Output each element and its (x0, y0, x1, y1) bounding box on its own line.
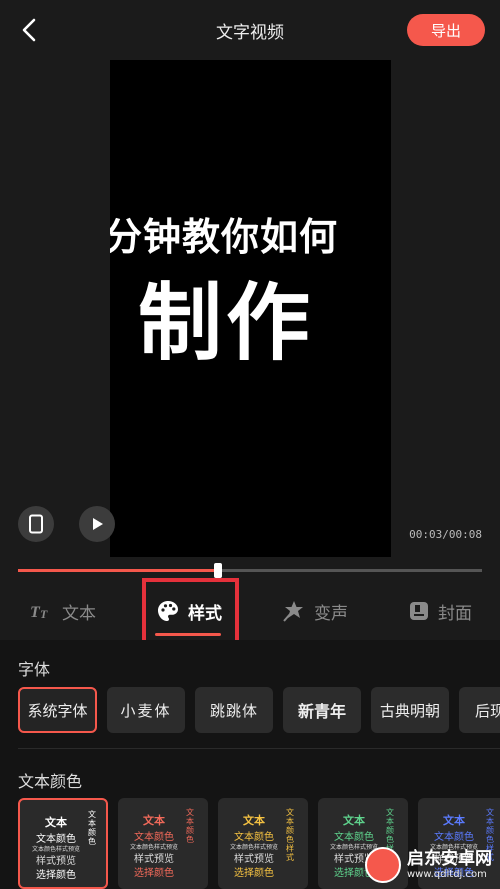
text-color-card[interactable]: 文本文本颜色文本颜色样式预览样式预览选择颜色文本颜色样式 (218, 798, 308, 889)
timecode: 00:03/00:08 (409, 528, 482, 541)
font-option-gudian[interactable]: 古典明朝 (371, 687, 449, 733)
color-card-vertical-text: 文本颜色样式 (286, 808, 294, 862)
color-card-text: 选择颜色 (234, 868, 274, 879)
color-card-text: 文本颜色 (434, 832, 474, 843)
font-option-xinqingnian[interactable]: 新青年 (283, 687, 361, 733)
tab-text-label: 文本 (62, 603, 96, 624)
timeline-handle[interactable] (213, 563, 222, 578)
svg-text:T: T (40, 607, 48, 620)
color-card-text: 文本颜色 (234, 832, 274, 843)
color-card-text: 文本颜色 (334, 832, 374, 843)
header-bar: 文字视频 导出 (0, 0, 500, 60)
color-card-text: 样式预览 (234, 854, 274, 865)
tab-voice-change[interactable]: 变声 (282, 585, 348, 637)
text-style-icon: T T (30, 604, 48, 620)
text-color-section-label: 文本颜色 (18, 772, 83, 791)
watermark-url: www.qdltdj.com (407, 868, 487, 880)
color-card-text: 文本 (443, 814, 465, 827)
text-color-card[interactable]: 文本 文本颜色 文本颜色样式预览 样式预览 选择颜色 文本颜色 (118, 798, 208, 889)
color-card-text: 文本 (343, 814, 365, 827)
cover-icon (410, 602, 428, 620)
color-card-text: 文本颜色 (36, 834, 76, 845)
timeline-progress (18, 569, 218, 572)
color-card-text: 文本 (143, 814, 165, 827)
tab-cover-label: 封面 (438, 603, 472, 624)
font-option-system[interactable]: 系统字体 (18, 687, 97, 733)
watermark-logo-icon (365, 847, 401, 883)
watermark-title: 启东安卓网 (407, 849, 492, 870)
caption-line-2: 制作 (138, 274, 315, 372)
timeline-track[interactable] (18, 563, 482, 578)
tab-text[interactable]: T T 文本 (30, 585, 96, 637)
color-card-text: 样式预览 (134, 854, 174, 865)
section-divider (18, 748, 500, 749)
video-preview[interactable]: 分钟教你如何 制作 (110, 60, 391, 557)
color-card-vertical-text: 文本颜色 (88, 810, 96, 846)
color-card-text: 文本颜色 (134, 832, 174, 843)
color-card-text: 文本 (45, 816, 67, 829)
aspect-ratio-button[interactable] (18, 506, 54, 542)
tab-cover[interactable]: 封面 (408, 585, 472, 637)
font-option-tiaotiao[interactable]: 跳跳体 (195, 687, 273, 733)
play-icon (93, 518, 103, 530)
font-option-houxian[interactable]: 后现 (459, 687, 500, 733)
color-card-text: 样式预览 (36, 856, 76, 867)
phone-frame-icon (29, 514, 43, 534)
color-card-text: 选择颜色 (134, 868, 174, 879)
site-watermark: 启东安卓网 www.qdltdj.com (365, 847, 492, 883)
font-option-xiaomai[interactable]: 小麦体 (107, 687, 185, 733)
tab-voice-change-label: 变声 (314, 603, 348, 624)
export-button[interactable]: 导出 (407, 14, 485, 46)
tab-bar: T T 文本 样式 变声 封面 (0, 585, 500, 637)
color-card-vertical-text: 文本颜色 (186, 808, 194, 844)
font-section-label: 字体 (18, 660, 51, 679)
caption-line-1: 分钟教你如何 (110, 215, 339, 259)
voice-change-icon (283, 601, 303, 622)
color-card-text: 文本 (243, 814, 265, 827)
color-card-text: 选择颜色 (36, 870, 76, 881)
play-button[interactable] (79, 506, 115, 542)
text-color-card[interactable]: 文本 文本颜色 文本颜色样式预览 样式预览 选择颜色 文本颜色 (18, 798, 108, 889)
